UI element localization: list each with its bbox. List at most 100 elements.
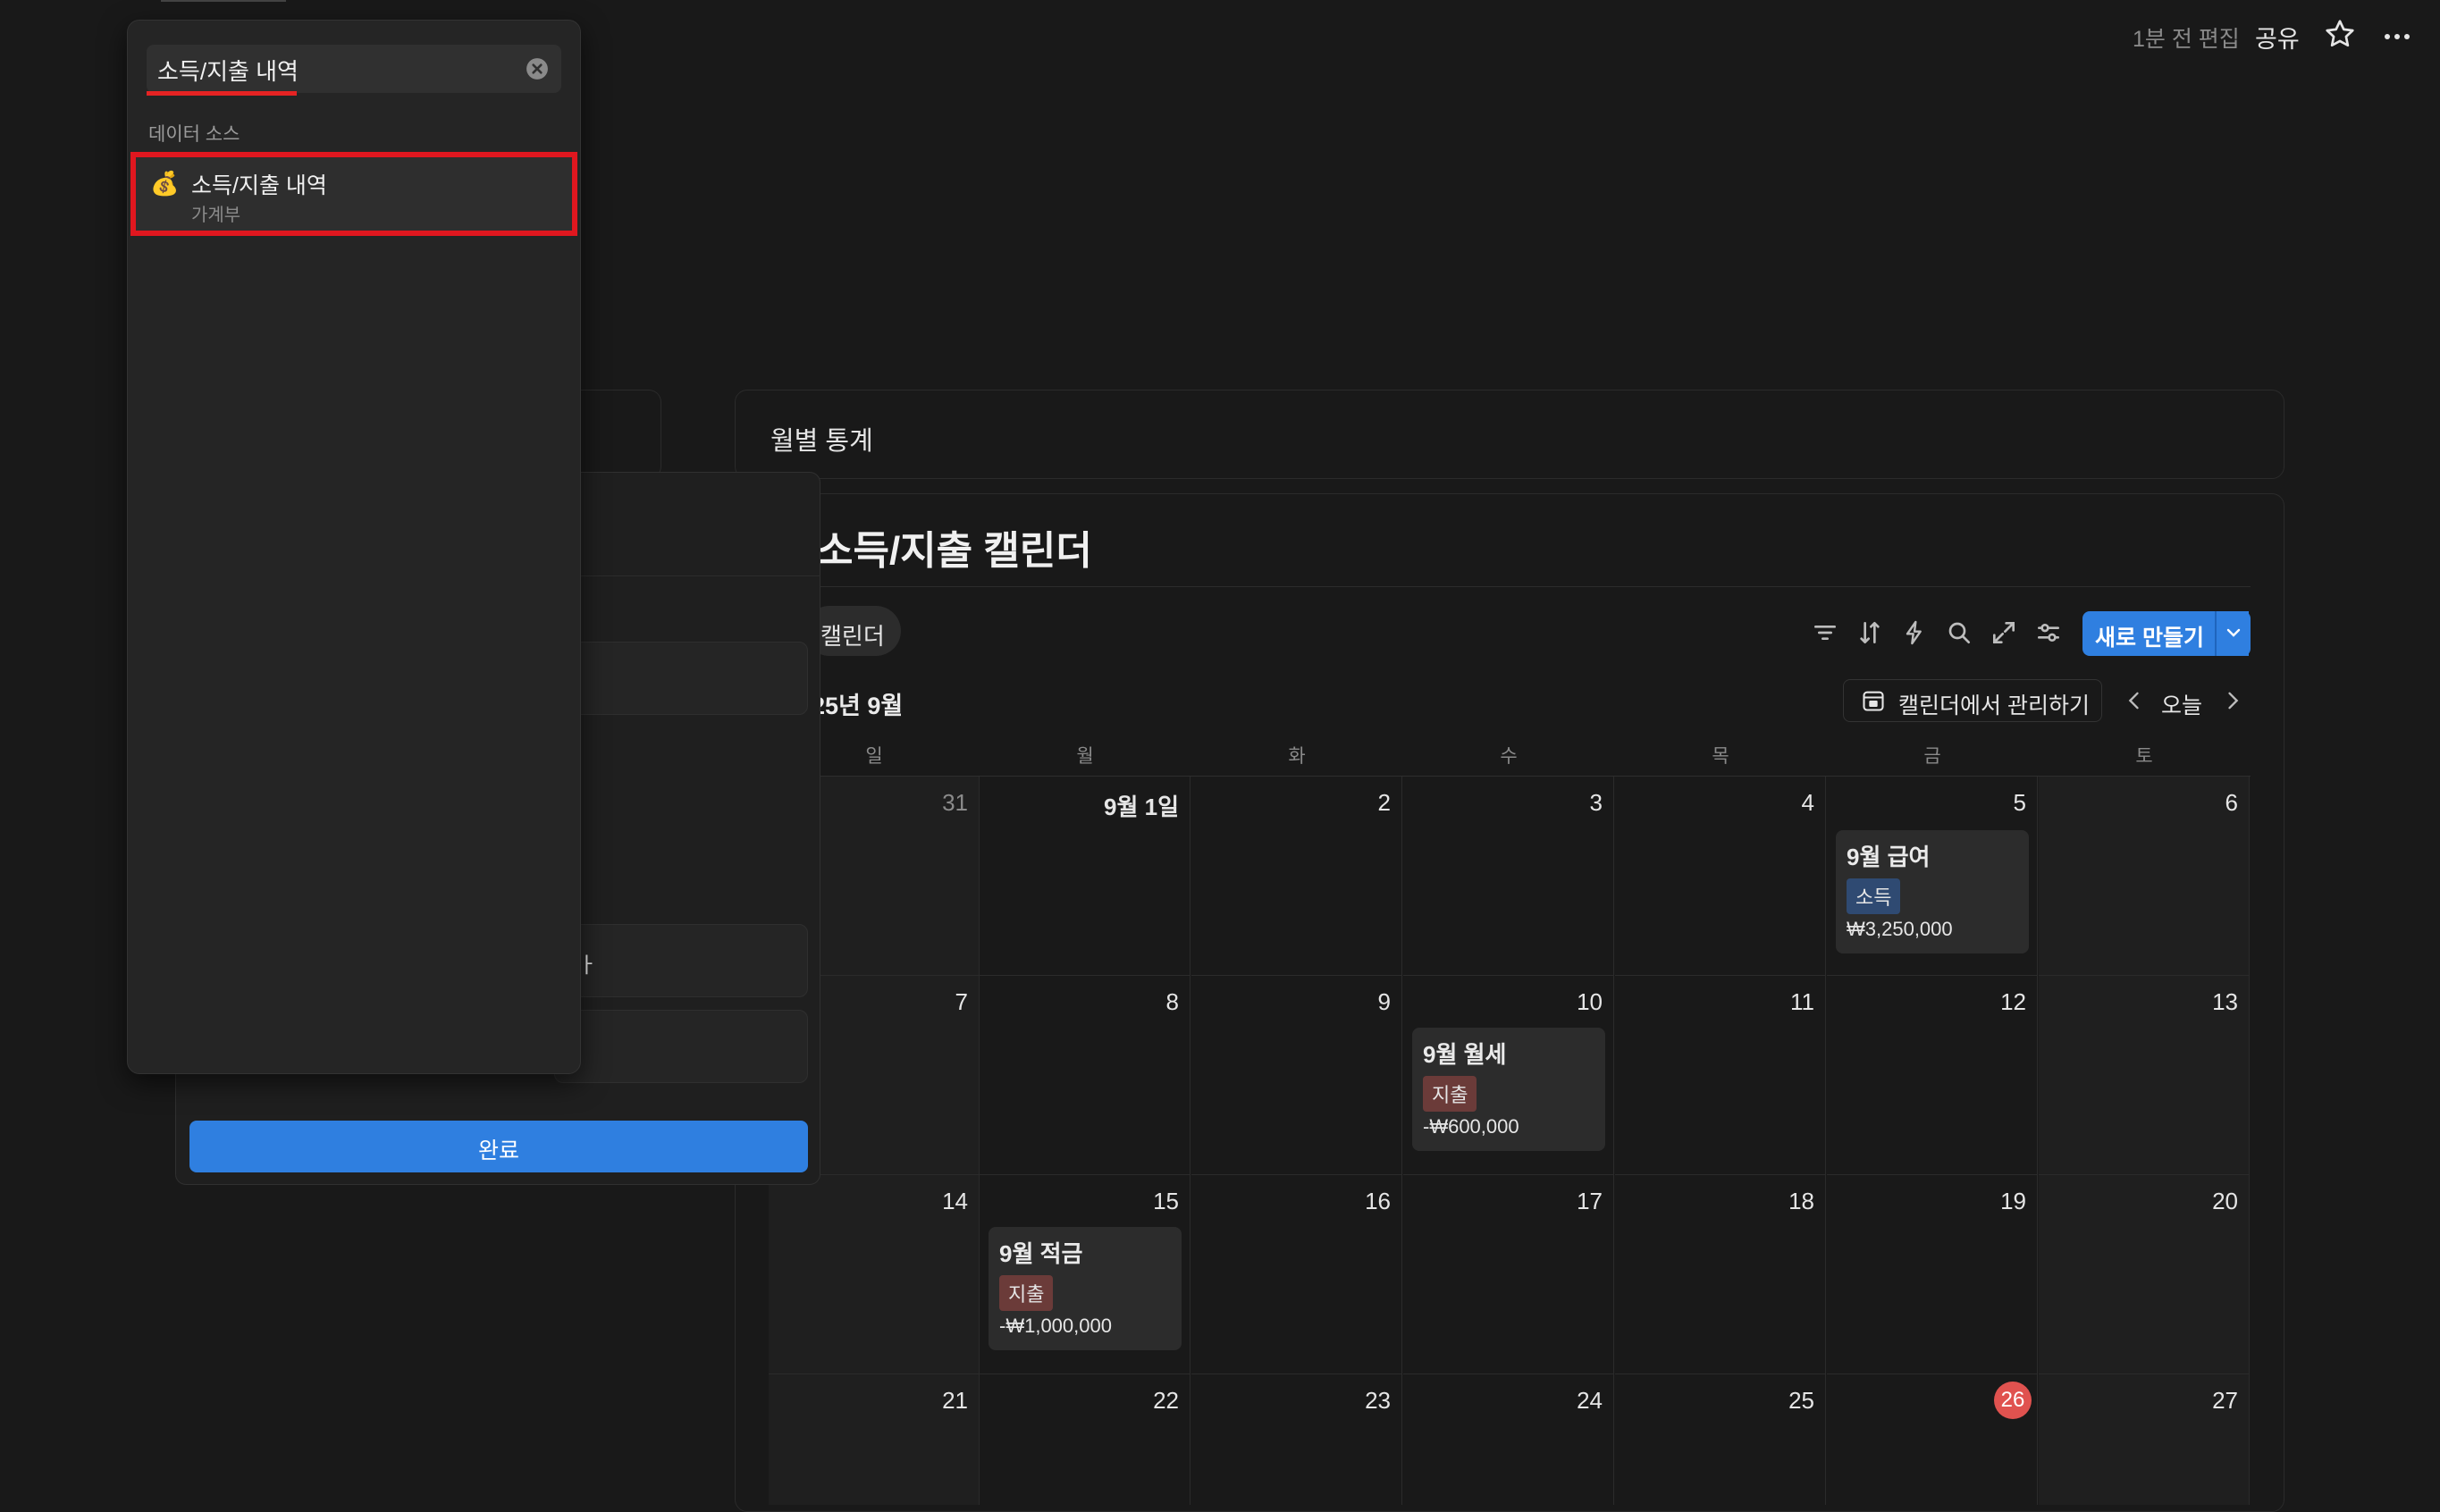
expand-icon[interactable] bbox=[1990, 618, 2018, 647]
search-icon[interactable] bbox=[1945, 618, 1973, 647]
today-marker: 26 bbox=[1994, 1382, 2032, 1419]
day-cell[interactable]: 19 bbox=[1827, 1175, 2038, 1374]
result-subtitle: 가계부 bbox=[191, 206, 241, 225]
favorite-star-icon[interactable] bbox=[2324, 18, 2356, 50]
day-cell[interactable]: 25 bbox=[1615, 1374, 1826, 1505]
next-month-icon[interactable] bbox=[2220, 688, 2245, 713]
day-number: 11 bbox=[1790, 988, 1814, 1015]
day-number: 5 bbox=[2013, 789, 2026, 816]
event-card-savings[interactable]: 9월 적금 지출 -₩1,000,000 bbox=[989, 1227, 1182, 1350]
day-number: 7 bbox=[955, 988, 968, 1015]
day-number: 3 bbox=[1589, 789, 1603, 816]
monthly-stats-block[interactable] bbox=[735, 390, 2284, 479]
sort-icon[interactable] bbox=[1855, 618, 1884, 647]
calendar-title: 소득/지출 캘린더 bbox=[817, 529, 1092, 573]
day-cell[interactable]: 16 bbox=[1191, 1175, 1402, 1374]
expense-tag: 지출 bbox=[999, 1275, 1054, 1311]
day-cell[interactable]: 11 bbox=[1615, 976, 1826, 1175]
event-amount: -₩1,000,000 bbox=[999, 1315, 1112, 1337]
day-cell[interactable]: 15 9월 적금 지출 -₩1,000,000 bbox=[980, 1175, 1191, 1374]
day-cell[interactable]: 23 bbox=[1191, 1374, 1402, 1505]
day-cell[interactable]: 8 bbox=[980, 976, 1191, 1175]
day-cell[interactable]: 3 bbox=[1403, 777, 1614, 976]
event-amount: ₩3,250,000 bbox=[1847, 918, 1953, 940]
day-cell[interactable]: 9월 1일 bbox=[980, 777, 1191, 976]
expense-tag: 지출 bbox=[1423, 1076, 1477, 1112]
event-title: 9월 급여 bbox=[1847, 844, 1931, 870]
day-cell[interactable]: 18 bbox=[1615, 1175, 1826, 1374]
monthly-stats-title: 월별 통계 bbox=[770, 427, 873, 456]
new-button-label: 새로 만들기 bbox=[2095, 626, 2204, 651]
day-number: 25 bbox=[1788, 1387, 1814, 1414]
day-cell[interactable]: 13 bbox=[2039, 976, 2250, 1175]
day-cell[interactable]: 6 bbox=[2039, 777, 2250, 976]
event-amount: -₩600,000 bbox=[1423, 1115, 1519, 1138]
day-number: 27 bbox=[2212, 1387, 2238, 1414]
day-number: 20 bbox=[2212, 1188, 2238, 1214]
day-number: 10 bbox=[1577, 988, 1603, 1015]
day-cell[interactable]: 2 bbox=[1191, 777, 1402, 976]
tab-calendar-label: 캘린더 bbox=[820, 623, 885, 650]
day-cell[interactable]: 14 bbox=[769, 1175, 980, 1374]
event-title: 9월 월세 bbox=[1423, 1041, 1507, 1068]
event-card-salary[interactable]: 9월 급여 소득 ₩3,250,000 bbox=[1836, 830, 2029, 953]
settings-sliders-icon[interactable] bbox=[2034, 618, 2063, 647]
chevron-down-icon bbox=[2226, 628, 2241, 637]
current-month-label: 25년 9월 bbox=[812, 693, 904, 719]
day-number: 18 bbox=[1788, 1188, 1814, 1214]
automation-bolt-icon[interactable] bbox=[1900, 618, 1929, 647]
event-title: 9월 적금 bbox=[999, 1240, 1083, 1267]
day-cell[interactable]: 22 bbox=[980, 1374, 1191, 1505]
day-number: 12 bbox=[2000, 988, 2026, 1015]
weekday-wed: 수 bbox=[1500, 746, 1518, 767]
day-number: 23 bbox=[1365, 1387, 1391, 1414]
day-number: 2 bbox=[1377, 789, 1391, 816]
weekday-mon: 월 bbox=[1076, 746, 1094, 767]
day-cell[interactable]: 10 9월 월세 지출 -₩600,000 bbox=[1403, 976, 1614, 1175]
day-number: 4 bbox=[1801, 789, 1814, 816]
manage-in-calendar-label: 캘린더에서 관리하기 bbox=[1898, 693, 2090, 718]
income-tag: 소득 bbox=[1847, 878, 1901, 914]
day-number: 9 bbox=[1377, 988, 1391, 1015]
panel-field[interactable] bbox=[554, 1010, 808, 1083]
day-cell[interactable]: 27 bbox=[2039, 1374, 2250, 1505]
day-number: 6 bbox=[2225, 789, 2238, 816]
money-bag-icon: 💰 bbox=[150, 170, 180, 197]
new-dropdown-button[interactable] bbox=[2215, 611, 2251, 656]
search-input-value: 소득/지출 내역 bbox=[157, 58, 299, 85]
day-cell[interactable]: 12 bbox=[1827, 976, 2038, 1175]
day-number: 9월 1일 bbox=[1104, 794, 1179, 820]
day-number: 24 bbox=[1577, 1387, 1603, 1414]
weekday-sat: 토 bbox=[2135, 746, 2153, 767]
today-button[interactable]: 오늘 bbox=[2161, 688, 2202, 720]
day-number: 22 bbox=[1153, 1387, 1179, 1414]
day-cell[interactable]: 24 bbox=[1403, 1374, 1614, 1505]
done-button-label: 완료 bbox=[477, 1138, 519, 1163]
more-options-icon[interactable] bbox=[2381, 18, 2413, 50]
filter-icon[interactable] bbox=[1811, 618, 1839, 647]
data-source-section-label: 데이터 소스 bbox=[148, 124, 240, 145]
top-edge-line bbox=[161, 0, 286, 2]
day-cell[interactable]: 20 bbox=[2039, 1175, 2250, 1374]
day-cell[interactable]: 5 9월 급여 소득 ₩3,250,000 bbox=[1827, 777, 2038, 976]
previous-month-icon[interactable] bbox=[2122, 688, 2147, 713]
day-cell[interactable]: 4 bbox=[1615, 777, 1826, 976]
panel-field[interactable] bbox=[554, 642, 808, 715]
result-title: 소득/지출 내역 bbox=[191, 173, 327, 198]
day-cell[interactable]: 21 bbox=[769, 1374, 980, 1505]
day-cell-today[interactable]: 26 bbox=[1827, 1374, 2038, 1505]
day-cell[interactable]: 17 bbox=[1403, 1175, 1614, 1374]
weekday-fri: 금 bbox=[1923, 746, 1941, 767]
day-number: 13 bbox=[2212, 988, 2238, 1015]
event-card-rent[interactable]: 9월 월세 지출 -₩600,000 bbox=[1412, 1028, 1605, 1151]
day-number: 8 bbox=[1165, 988, 1179, 1015]
clear-search-icon[interactable] bbox=[526, 57, 549, 80]
day-cell[interactable]: 9 bbox=[1191, 976, 1402, 1175]
day-number: 21 bbox=[942, 1387, 968, 1414]
last-edited-label: 1분 전 편집 bbox=[2133, 27, 2240, 52]
share-button[interactable]: 공유 bbox=[2255, 20, 2300, 55]
day-number: 19 bbox=[2000, 1188, 2026, 1214]
day-number: 31 bbox=[942, 789, 968, 816]
day-number: 16 bbox=[1365, 1188, 1391, 1214]
weekday-tue: 화 bbox=[1288, 746, 1306, 767]
